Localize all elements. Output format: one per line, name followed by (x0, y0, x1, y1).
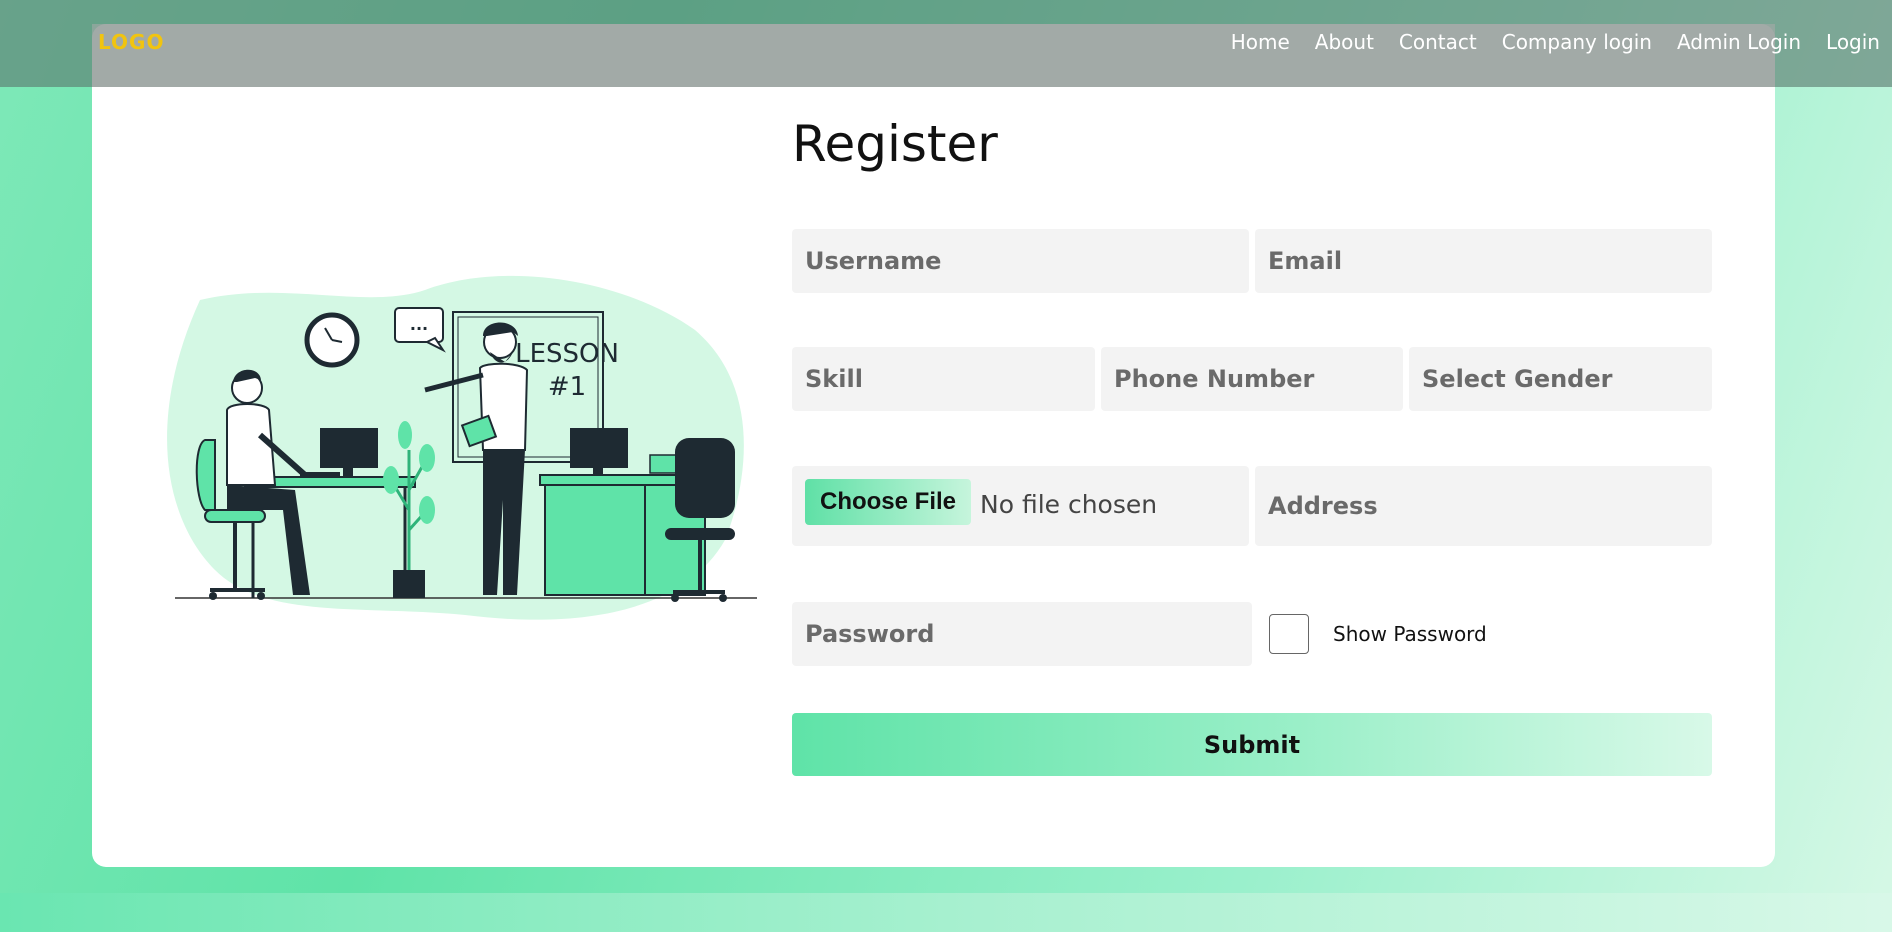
nav-home[interactable]: Home (1231, 30, 1290, 54)
clock-icon (304, 312, 360, 368)
address-input[interactable] (1255, 466, 1712, 546)
show-password-label: Show Password (1333, 622, 1487, 646)
nav-contact[interactable]: Contact (1399, 30, 1477, 54)
board-text-number: #1 (548, 372, 586, 402)
submit-button[interactable]: Submit (792, 713, 1712, 776)
nav-about[interactable]: About (1315, 30, 1374, 54)
page-title: Register (792, 115, 998, 173)
file-upload: Choose File No file chosen (792, 466, 1249, 546)
show-password-checkbox[interactable] (1269, 614, 1309, 654)
nav-login[interactable]: Login (1826, 30, 1880, 54)
nav-admin-login[interactable]: Admin Login (1677, 30, 1801, 54)
logo[interactable]: LOGO (98, 30, 164, 54)
nav-company-login[interactable]: Company login (1502, 30, 1652, 54)
username-input[interactable] (792, 229, 1249, 293)
skill-input[interactable] (792, 347, 1095, 411)
phone-number-input[interactable] (1101, 347, 1403, 411)
email-input[interactable] (1255, 229, 1712, 293)
choose-file-button[interactable]: Choose File (805, 479, 971, 525)
classroom-illustration: ... LESSON #1 (167, 275, 757, 620)
board-text-lesson: LESSON (515, 339, 619, 369)
gender-select[interactable] (1409, 347, 1712, 411)
file-status-text: No file chosen (980, 490, 1158, 519)
password-input[interactable] (792, 602, 1252, 666)
bubble-dots: ... (410, 315, 428, 334)
nav-links: Home About Contact Company login Admin L… (1231, 30, 1880, 54)
background-bottom-band (0, 893, 1892, 932)
